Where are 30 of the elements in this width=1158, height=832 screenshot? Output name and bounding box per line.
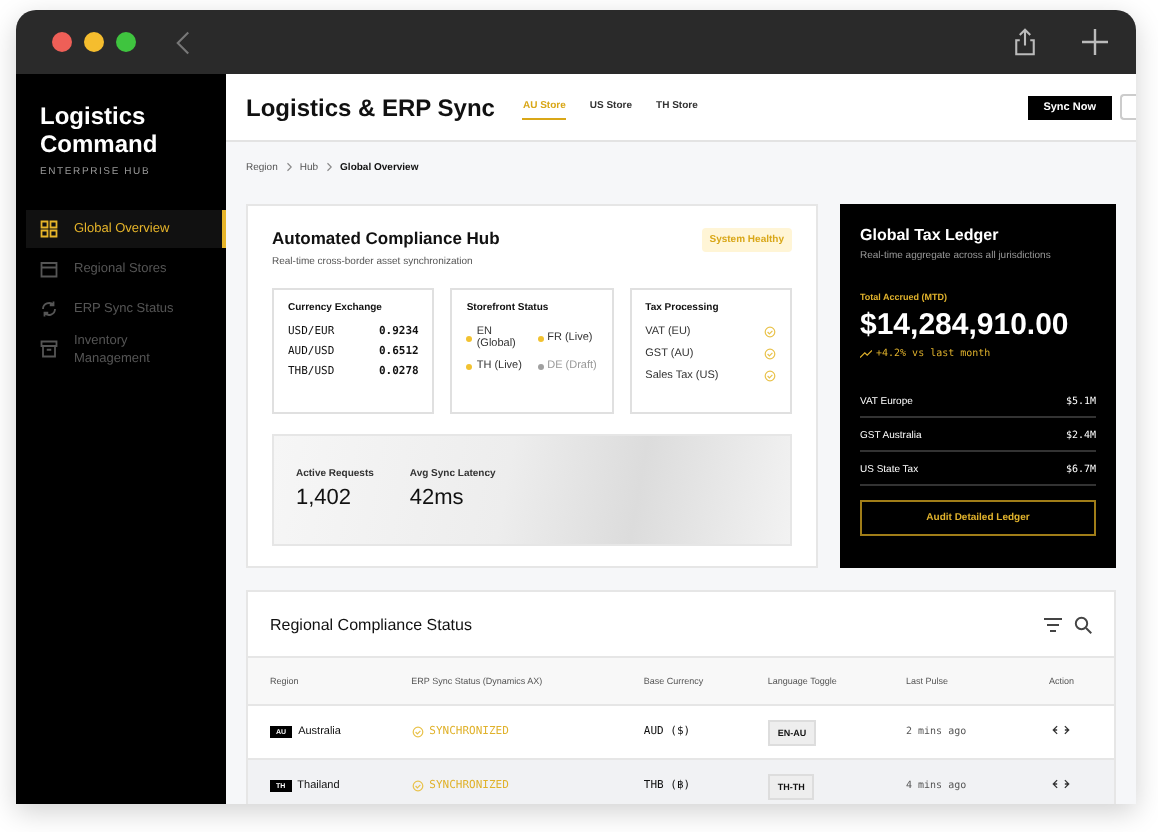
close-button[interactable] xyxy=(52,32,72,52)
code-arrows-icon[interactable] xyxy=(1052,778,1071,790)
trend-up-icon xyxy=(860,350,872,358)
stat-value: 42ms xyxy=(409,486,466,510)
table-title: Regional Compliance Status xyxy=(270,615,472,633)
card-title: Global Tax Ledger xyxy=(860,226,1001,244)
maximize-button[interactable] xyxy=(116,32,136,52)
sync-icon xyxy=(40,300,58,318)
check-circle-icon xyxy=(411,780,424,792)
chevron-icon xyxy=(326,162,333,172)
check-circle-icon xyxy=(763,326,776,338)
chevron-icon xyxy=(285,162,292,172)
store-icon xyxy=(40,260,58,278)
stat-value: 1,402 xyxy=(296,486,354,510)
page-title: Logistics & ERP Sync xyxy=(246,93,495,121)
share-icon[interactable] xyxy=(1012,28,1038,56)
code-arrows-icon[interactable] xyxy=(1052,724,1071,736)
search-icon[interactable] xyxy=(1074,615,1092,633)
check-circle-icon xyxy=(763,370,776,382)
plus-icon[interactable] xyxy=(1082,28,1108,56)
back-icon[interactable] xyxy=(176,29,190,55)
filter-icon[interactable] xyxy=(1044,615,1062,633)
minimize-button[interactable] xyxy=(84,32,104,52)
archive-icon xyxy=(40,340,58,358)
grid-icon xyxy=(40,220,58,238)
card-title: Automated Compliance Hub xyxy=(272,228,500,248)
check-circle-icon xyxy=(411,726,424,738)
check-circle-icon xyxy=(763,348,776,360)
app-title: Logistics Command xyxy=(38,102,160,158)
total-amount: $14,284,910.00 xyxy=(860,308,1071,342)
